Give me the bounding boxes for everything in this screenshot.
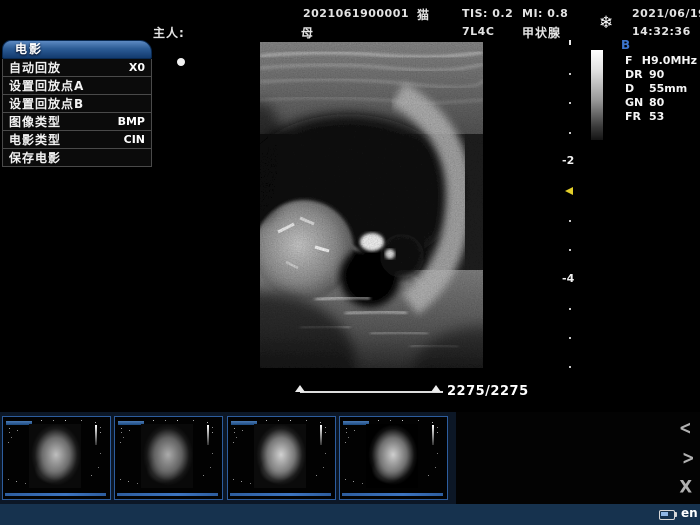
prev-page-icon[interactable]: < bbox=[679, 419, 692, 438]
ultrasound-image bbox=[260, 42, 483, 368]
next-page-icon[interactable]: > bbox=[682, 449, 695, 468]
depth-tick-dots bbox=[569, 0, 571, 2]
status-bar bbox=[0, 504, 700, 525]
frame-counter: 2275/2275 bbox=[447, 384, 529, 399]
thumb-ultrasound bbox=[141, 424, 193, 488]
mode-label: B bbox=[621, 38, 630, 52]
patient-id: 2021061900001 bbox=[303, 7, 409, 20]
battery-icon bbox=[659, 510, 675, 520]
filmstrip-empty-area bbox=[456, 412, 700, 504]
freeze-icon: ❄ bbox=[599, 13, 613, 33]
thumb-grayscale-bar bbox=[207, 425, 209, 445]
param-gn-value: 80 bbox=[649, 96, 664, 110]
thumb-grayscale-bar bbox=[320, 425, 322, 445]
thumb-grayscale-bar bbox=[432, 425, 434, 445]
cine-start-marker-icon[interactable] bbox=[295, 385, 305, 392]
tis-value: TIS: 0.2 bbox=[462, 7, 513, 20]
battery-nub bbox=[675, 512, 677, 517]
thumb-grayscale-bar bbox=[95, 425, 97, 445]
thumb-bottom-bar bbox=[342, 493, 443, 496]
filmstrip-thumbnail[interactable] bbox=[227, 416, 336, 500]
menu-item-image-type[interactable]: 图像类型 BMP bbox=[2, 113, 152, 131]
thumb-bottom-bar bbox=[230, 493, 331, 496]
depth-tick-zero bbox=[569, 40, 571, 45]
probe-orientation-marker bbox=[177, 58, 185, 66]
filmstrip-thumbnail[interactable] bbox=[2, 416, 111, 500]
thumb-bottom-bar bbox=[117, 493, 218, 496]
cine-progress-line[interactable] bbox=[300, 391, 443, 393]
param-d-value: 55mm bbox=[649, 82, 687, 96]
menu-item-save-cine[interactable]: 保存电影 bbox=[2, 149, 152, 167]
owner-label: 主人: bbox=[153, 24, 185, 41]
close-icon[interactable]: X bbox=[679, 479, 692, 496]
language-indicator[interactable]: en bbox=[681, 506, 698, 520]
battery-fill bbox=[661, 512, 668, 516]
depth-label-2: -2 bbox=[562, 154, 574, 167]
cine-menu-title: 电影 bbox=[2, 40, 152, 59]
param-dr-label: DR bbox=[625, 68, 649, 82]
date-value: 2021/06/19 bbox=[632, 7, 700, 20]
depth-label-4: -4 bbox=[562, 272, 574, 285]
ultrasound-app: 2021061900001 猫 TIS: 0.2 MI: 0.8 ❄ 2021/… bbox=[0, 0, 700, 525]
filmstrip-thumbnail[interactable] bbox=[114, 416, 223, 500]
param-fr-value: 53 bbox=[649, 110, 664, 124]
preset-label: 甲状腺 bbox=[522, 24, 561, 41]
grayscale-bar bbox=[591, 50, 603, 140]
focus-marker-icon bbox=[565, 187, 573, 195]
mi-value: MI: 0.8 bbox=[522, 7, 568, 20]
menu-item-set-replay-point-a[interactable]: 设置回放点A bbox=[2, 77, 152, 95]
param-fr-label: FR bbox=[625, 110, 649, 124]
cine-menu: 电影 自动回放 X0 设置回放点A 设置回放点B 图像类型 BMP 电影类型 C… bbox=[2, 40, 152, 167]
thumb-ultrasound bbox=[254, 424, 306, 488]
ultrasound-render bbox=[260, 42, 483, 368]
thumb-bottom-bar bbox=[5, 493, 106, 496]
param-f-label: F bbox=[625, 54, 642, 68]
probe-label: 7L4C bbox=[462, 25, 494, 38]
species-label: 猫 bbox=[417, 6, 430, 23]
menu-item-auto-replay[interactable]: 自动回放 X0 bbox=[2, 59, 152, 77]
menu-item-cine-type[interactable]: 电影类型 CIN bbox=[2, 131, 152, 149]
thumb-ultrasound bbox=[29, 424, 81, 488]
cine-end-marker-icon[interactable] bbox=[431, 385, 441, 392]
time-value: 14:32:36 bbox=[632, 25, 691, 38]
sex-label: 母 bbox=[301, 24, 314, 41]
param-dr-value: 90 bbox=[649, 68, 664, 82]
filmstrip-thumbnail[interactable] bbox=[339, 416, 448, 500]
param-d-label: D bbox=[625, 82, 649, 96]
param-gn-label: GN bbox=[625, 96, 649, 110]
menu-item-set-replay-point-b[interactable]: 设置回放点B bbox=[2, 95, 152, 113]
thumb-ultrasound bbox=[366, 424, 418, 488]
param-f-value: H9.0MHz bbox=[642, 54, 697, 68]
